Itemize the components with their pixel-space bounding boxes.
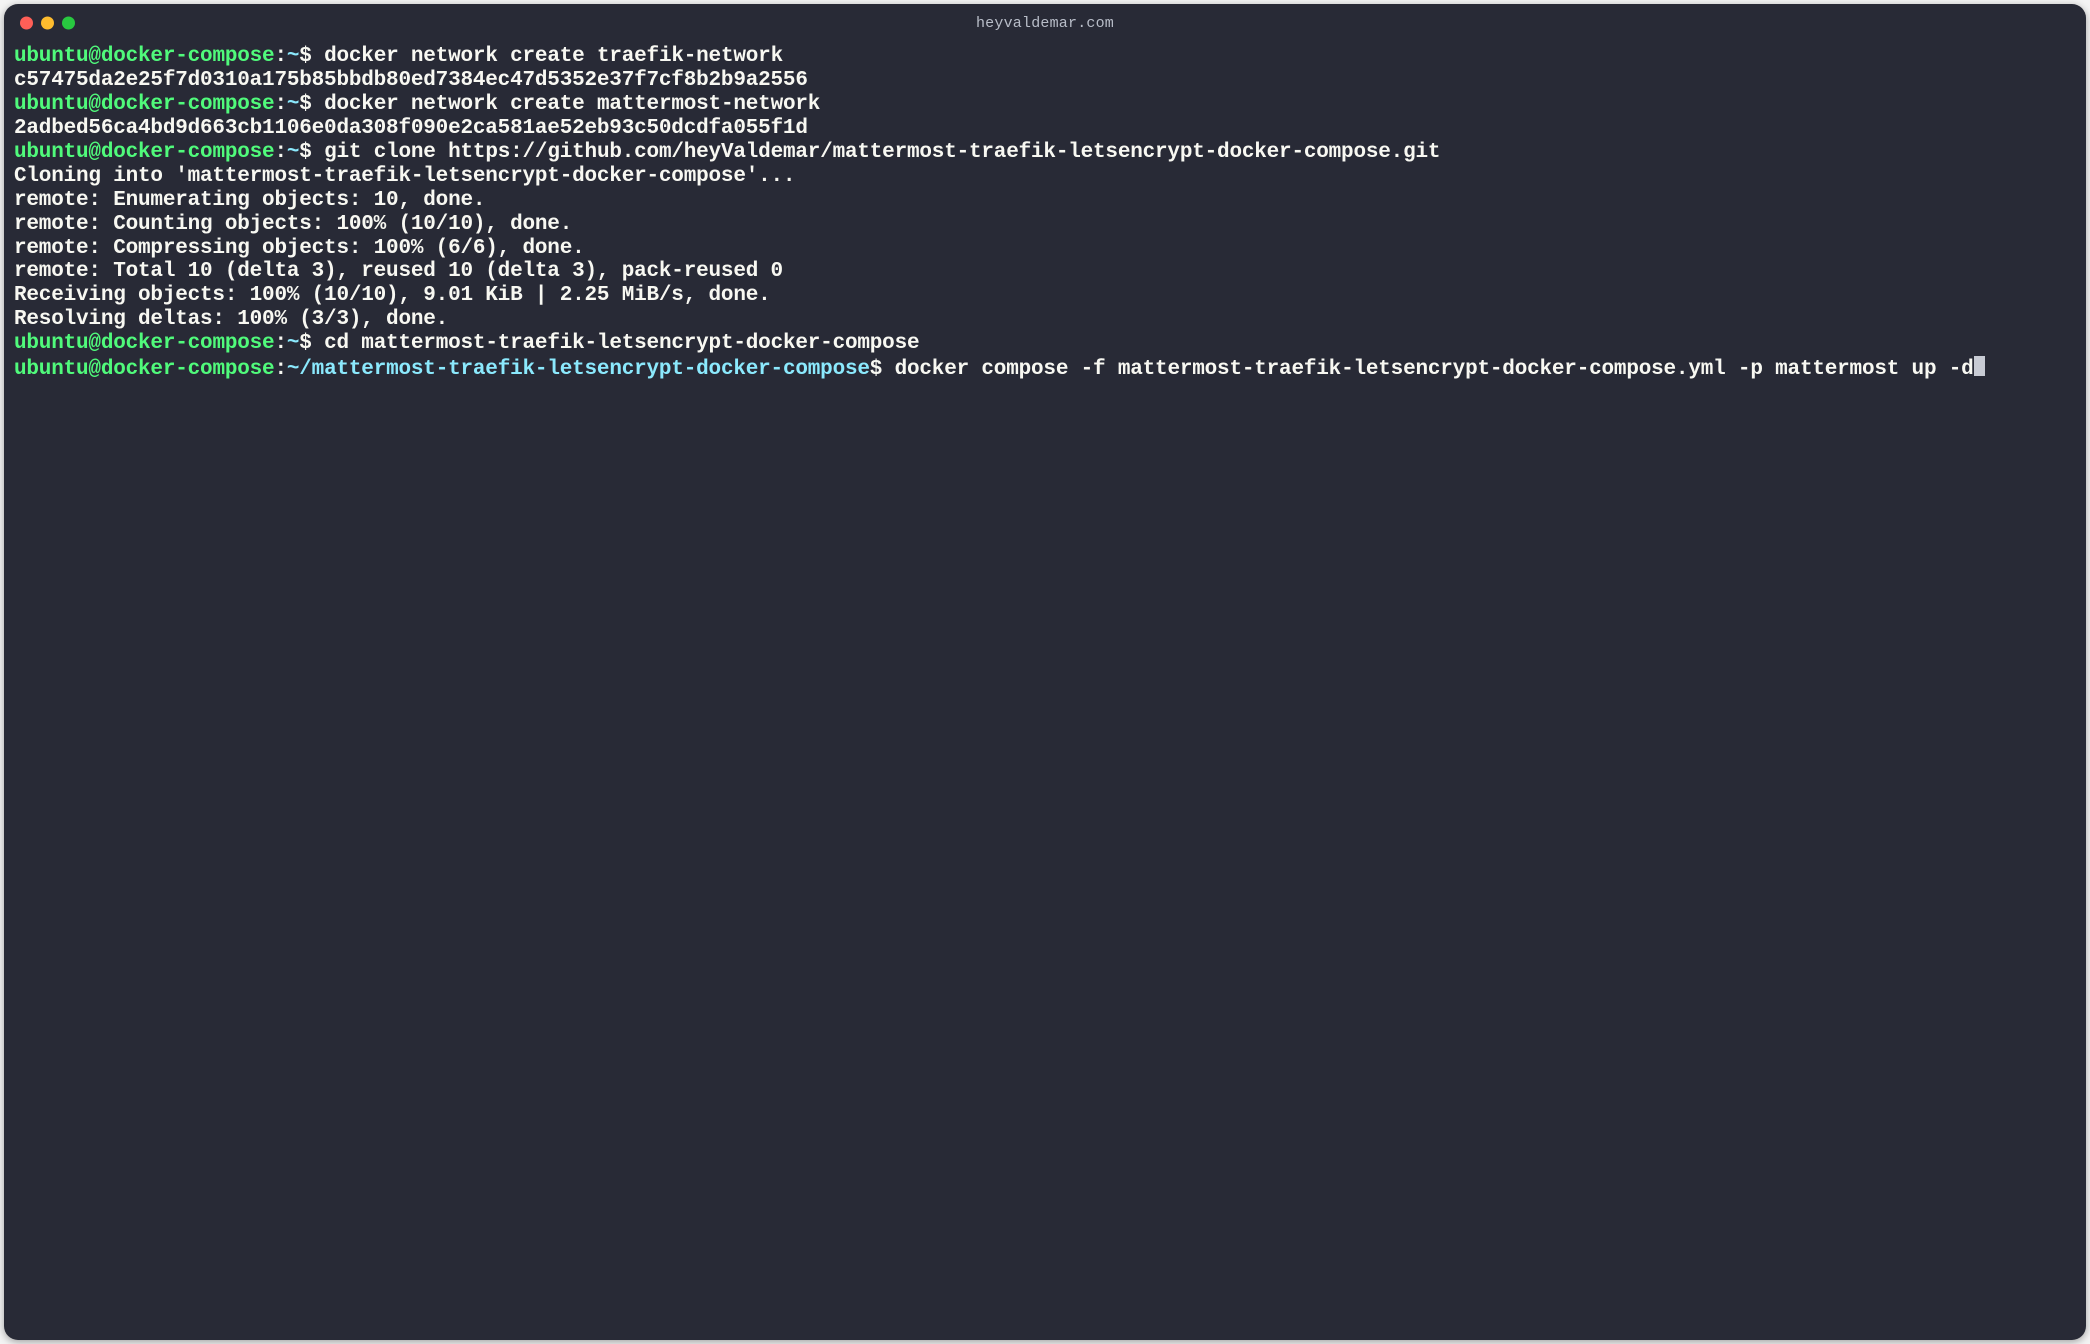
terminal-line: c57475da2e25f7d0310a175b85bbdb80ed7384ec… bbox=[14, 69, 2076, 93]
terminal-line: remote: Counting objects: 100% (10/10), … bbox=[14, 213, 2076, 237]
terminal-line: Receiving objects: 100% (10/10), 9.01 Ki… bbox=[14, 284, 2076, 308]
prompt-path: ~ bbox=[287, 93, 299, 116]
terminal-body[interactable]: ubuntu@docker-compose:~$ docker network … bbox=[4, 42, 2086, 392]
prompt-at: @ bbox=[88, 358, 100, 381]
command-text: git clone https://github.com/heyValdemar… bbox=[324, 141, 1440, 164]
output-text: Receiving objects: 100% (10/10), 9.01 Ki… bbox=[14, 284, 771, 307]
prompt-colon: : bbox=[274, 93, 286, 116]
terminal-line: remote: Total 10 (delta 3), reused 10 (d… bbox=[14, 260, 2076, 284]
prompt-user: ubuntu bbox=[14, 93, 88, 116]
prompt-at: @ bbox=[88, 332, 100, 355]
output-text: Resolving deltas: 100% (3/3), done. bbox=[14, 308, 448, 331]
prompt-symbol: $ bbox=[299, 141, 324, 164]
prompt-symbol: $ bbox=[870, 358, 895, 381]
prompt-user: ubuntu bbox=[14, 45, 88, 68]
prompt-colon: : bbox=[274, 45, 286, 68]
prompt-colon: : bbox=[274, 332, 286, 355]
output-text: Cloning into 'mattermost-traefik-letsenc… bbox=[14, 165, 795, 188]
prompt-host: docker-compose bbox=[101, 93, 275, 116]
maximize-icon[interactable] bbox=[62, 17, 75, 30]
prompt-symbol: $ bbox=[299, 45, 324, 68]
prompt-user: ubuntu bbox=[14, 332, 88, 355]
prompt-host: docker-compose bbox=[101, 45, 275, 68]
terminal-line: 2adbed56ca4bd9d663cb1106e0da308f090e2ca5… bbox=[14, 117, 2076, 141]
output-text: remote: Compressing objects: 100% (6/6),… bbox=[14, 237, 585, 260]
prompt-host: docker-compose bbox=[101, 358, 275, 381]
command-text: docker network create traefik-network bbox=[324, 45, 783, 68]
prompt-symbol: $ bbox=[299, 93, 324, 116]
prompt-at: @ bbox=[88, 141, 100, 164]
window-title: heyvaldemar.com bbox=[976, 15, 1114, 32]
prompt-path: ~ bbox=[287, 141, 299, 164]
terminal-line: remote: Compressing objects: 100% (6/6),… bbox=[14, 237, 2076, 261]
terminal-window: heyvaldemar.com ubuntu@docker-compose:~$… bbox=[4, 4, 2086, 1340]
terminal-line: ubuntu@docker-compose:~$ git clone https… bbox=[14, 141, 2076, 165]
command-text: docker network create mattermost-network bbox=[324, 93, 820, 116]
terminal-line: remote: Enumerating objects: 10, done. bbox=[14, 189, 2076, 213]
terminal-line: Resolving deltas: 100% (3/3), done. bbox=[14, 308, 2076, 332]
prompt-at: @ bbox=[88, 93, 100, 116]
command-text: cd mattermost-traefik-letsencrypt-docker… bbox=[324, 332, 919, 355]
terminal-line: ubuntu@docker-compose:~/mattermost-traef… bbox=[14, 356, 2076, 382]
terminal-line: Cloning into 'mattermost-traefik-letsenc… bbox=[14, 165, 2076, 189]
output-text: remote: Enumerating objects: 10, done. bbox=[14, 189, 485, 212]
cursor bbox=[1974, 356, 1985, 376]
prompt-host: docker-compose bbox=[101, 332, 275, 355]
prompt-colon: : bbox=[274, 141, 286, 164]
terminal-line: ubuntu@docker-compose:~$ docker network … bbox=[14, 93, 2076, 117]
minimize-icon[interactable] bbox=[41, 17, 54, 30]
prompt-path: ~/mattermost-traefik-letsencrypt-docker-… bbox=[287, 358, 870, 381]
prompt-user: ubuntu bbox=[14, 141, 88, 164]
prompt-at: @ bbox=[88, 45, 100, 68]
terminal-line: ubuntu@docker-compose:~$ docker network … bbox=[14, 45, 2076, 69]
output-text: 2adbed56ca4bd9d663cb1106e0da308f090e2ca5… bbox=[14, 117, 808, 140]
output-text: remote: Counting objects: 100% (10/10), … bbox=[14, 213, 572, 236]
prompt-path: ~ bbox=[287, 45, 299, 68]
output-text: c57475da2e25f7d0310a175b85bbdb80ed7384ec… bbox=[14, 69, 808, 92]
close-icon[interactable] bbox=[20, 17, 33, 30]
prompt-host: docker-compose bbox=[101, 141, 275, 164]
output-text: remote: Total 10 (delta 3), reused 10 (d… bbox=[14, 260, 783, 283]
traffic-lights bbox=[20, 17, 75, 30]
prompt-path: ~ bbox=[287, 332, 299, 355]
terminal-line: ubuntu@docker-compose:~$ cd mattermost-t… bbox=[14, 332, 2076, 356]
prompt-symbol: $ bbox=[299, 332, 324, 355]
prompt-colon: : bbox=[274, 358, 286, 381]
titlebar: heyvaldemar.com bbox=[4, 4, 2086, 42]
command-text: docker compose -f mattermost-traefik-let… bbox=[895, 358, 1974, 381]
prompt-user: ubuntu bbox=[14, 358, 88, 381]
